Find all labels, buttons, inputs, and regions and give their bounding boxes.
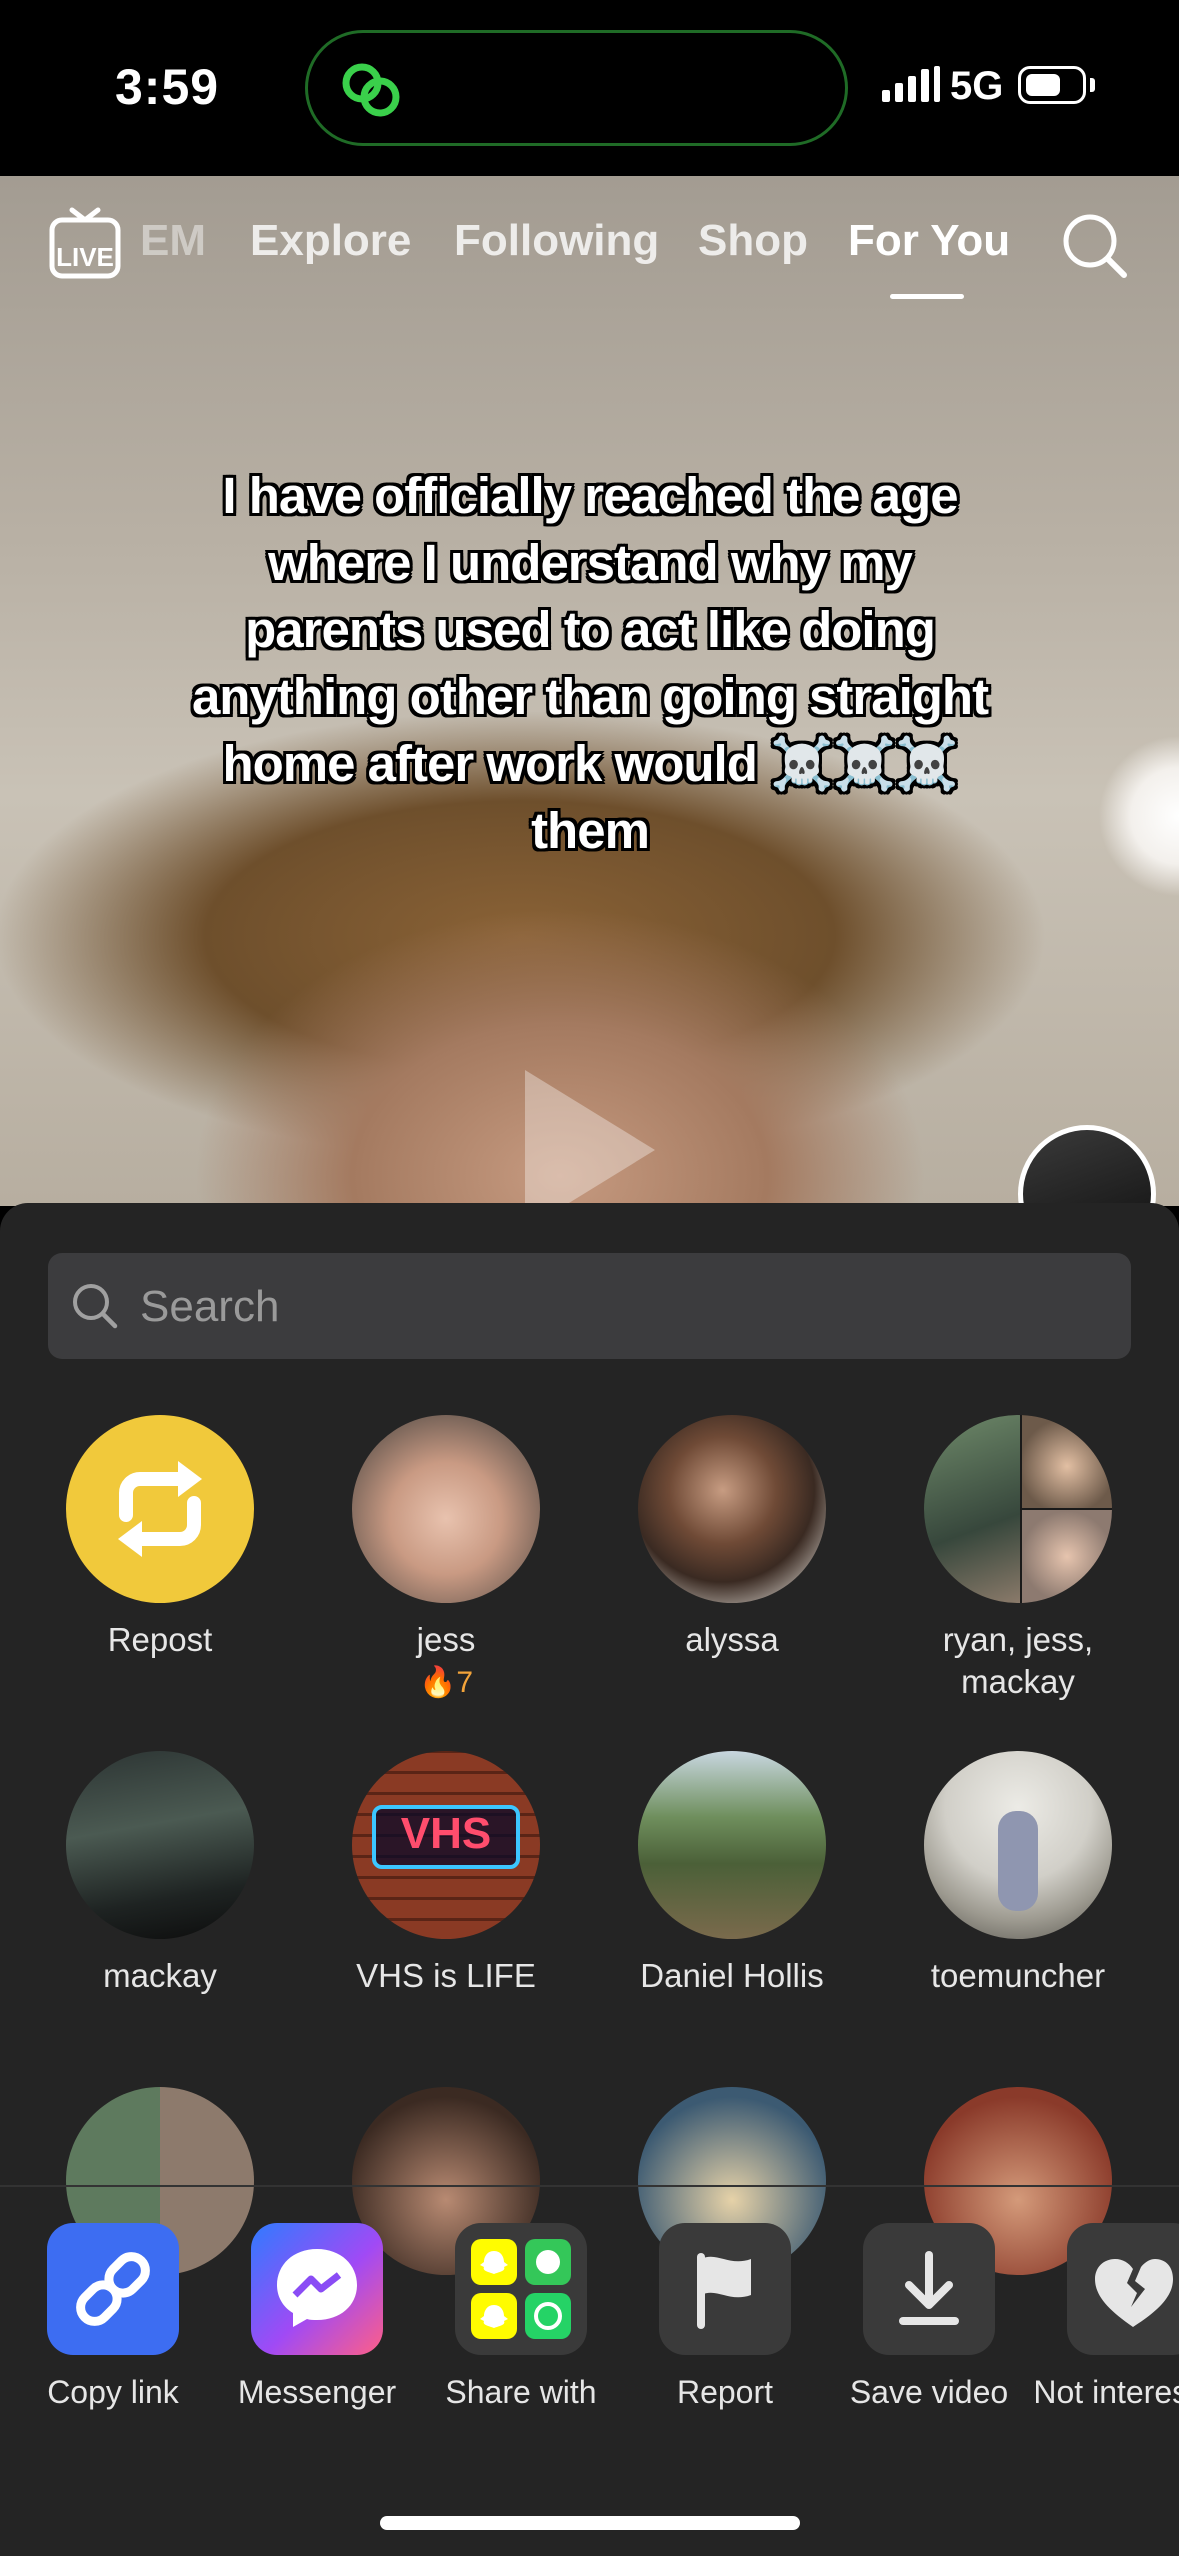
link-icon xyxy=(76,2252,150,2326)
avatar[interactable] xyxy=(638,1751,826,1939)
not-interested-button[interactable] xyxy=(1067,2223,1179,2355)
copy-link-action[interactable]: Copy link xyxy=(8,2223,218,2411)
video-caption: I have officially reached the age where … xyxy=(191,467,989,859)
flag-icon xyxy=(697,2253,751,2329)
battery-tip xyxy=(1090,78,1095,92)
dynamic-island[interactable] xyxy=(305,30,848,146)
contact-jess[interactable]: jess 🔥7 xyxy=(316,1415,576,1700)
messenger-action[interactable]: Messenger xyxy=(212,2223,422,2411)
top-nav: LIVE EM Explore Following Shop For You xyxy=(0,176,1179,316)
contact-name: Repost xyxy=(107,1621,213,1658)
share-search-box[interactable] xyxy=(48,1253,1131,1359)
active-tab-indicator xyxy=(890,294,964,299)
apps-icon xyxy=(471,2239,571,2339)
avatar[interactable] xyxy=(66,1751,254,1939)
streak-badge: 🔥7 xyxy=(418,1666,474,1699)
copy-link-button[interactable] xyxy=(47,2223,179,2355)
action-label: Not interested xyxy=(1033,2374,1179,2410)
avatar[interactable] xyxy=(352,1415,540,1603)
contact-name: alyssa xyxy=(685,1621,779,1658)
action-label: Messenger xyxy=(237,2374,397,2410)
status-time: 3:59 xyxy=(115,59,220,115)
save-video-action[interactable]: Save video xyxy=(824,2223,1034,2411)
avatar[interactable]: VHS xyxy=(352,1751,540,1939)
contact-mackay[interactable]: mackay xyxy=(30,1751,290,1997)
contact-group-ryan-jess-mackay[interactable]: ryan, jess, mackay xyxy=(888,1415,1148,1703)
home-indicator[interactable] xyxy=(380,2516,800,2530)
tab-for-you[interactable]: For You xyxy=(848,216,1010,266)
report-button[interactable] xyxy=(659,2223,791,2355)
not-interested-action[interactable]: Not interested xyxy=(1028,2223,1179,2411)
sheet-divider xyxy=(0,2185,1179,2187)
group-avatar[interactable] xyxy=(924,1415,1112,1603)
avatar[interactable] xyxy=(638,1415,826,1603)
contact-alyssa[interactable]: alyssa xyxy=(602,1415,862,1661)
download-icon xyxy=(899,2251,959,2325)
contact-name: ryan, jess, mackay xyxy=(942,1621,1094,1700)
tab-following[interactable]: Following xyxy=(454,216,659,266)
contact-name: Daniel Hollis xyxy=(640,1957,824,1994)
messenger-icon xyxy=(277,2249,357,2327)
messenger-button[interactable] xyxy=(251,2223,383,2355)
contact-name: VHS is LIFE xyxy=(356,1957,536,1994)
share-with-button[interactable] xyxy=(455,2223,587,2355)
share-sheet: Repost jess 🔥7 alyssa ryan, jess, mackay… xyxy=(0,1203,1179,2556)
contact-daniel-hollis[interactable]: Daniel Hollis xyxy=(602,1751,862,1997)
status-bar: 3:59 5G xyxy=(0,0,1179,176)
live-label: LIVE xyxy=(56,242,114,272)
signal-icon xyxy=(882,66,940,102)
action-label: Report xyxy=(676,2374,774,2410)
tab-shop[interactable]: Shop xyxy=(698,216,808,266)
contact-name: toemuncher xyxy=(930,1957,1106,1994)
repost-avatar[interactable] xyxy=(66,1415,254,1603)
live-tv-icon[interactable]: LIVE xyxy=(48,206,122,282)
share-actions-row: Copy link Messenger Share with Report Sa… xyxy=(0,2223,1179,2453)
save-video-button[interactable] xyxy=(863,2223,995,2355)
repost-icon xyxy=(118,1461,202,1557)
search-icon xyxy=(73,1284,118,1329)
action-label: Share with xyxy=(445,2374,597,2410)
avatar[interactable] xyxy=(924,1751,1112,1939)
share-search-input[interactable] xyxy=(138,1267,1102,1347)
broken-heart-icon xyxy=(1095,2259,1173,2327)
contact-name: mackay xyxy=(103,1957,217,1994)
network-type: 5G xyxy=(950,64,1004,108)
action-label: Copy link xyxy=(47,2374,179,2410)
battery-icon xyxy=(1018,66,1086,104)
search-icon[interactable] xyxy=(1060,211,1130,281)
share-with-action[interactable]: Share with xyxy=(416,2223,626,2411)
contact-vhs-is-life[interactable]: VHS VHS is LIFE xyxy=(316,1751,576,1997)
link-activity-icon xyxy=(342,63,400,117)
report-action[interactable]: Report xyxy=(620,2223,830,2411)
tab-em[interactable]: EM xyxy=(140,216,206,266)
contact-repost[interactable]: Repost xyxy=(30,1415,290,1661)
contact-toemuncher[interactable]: toemuncher xyxy=(888,1751,1148,1997)
contact-name: jess xyxy=(416,1621,476,1658)
tab-explore[interactable]: Explore xyxy=(250,216,411,266)
action-label: Save video xyxy=(849,2374,1009,2410)
